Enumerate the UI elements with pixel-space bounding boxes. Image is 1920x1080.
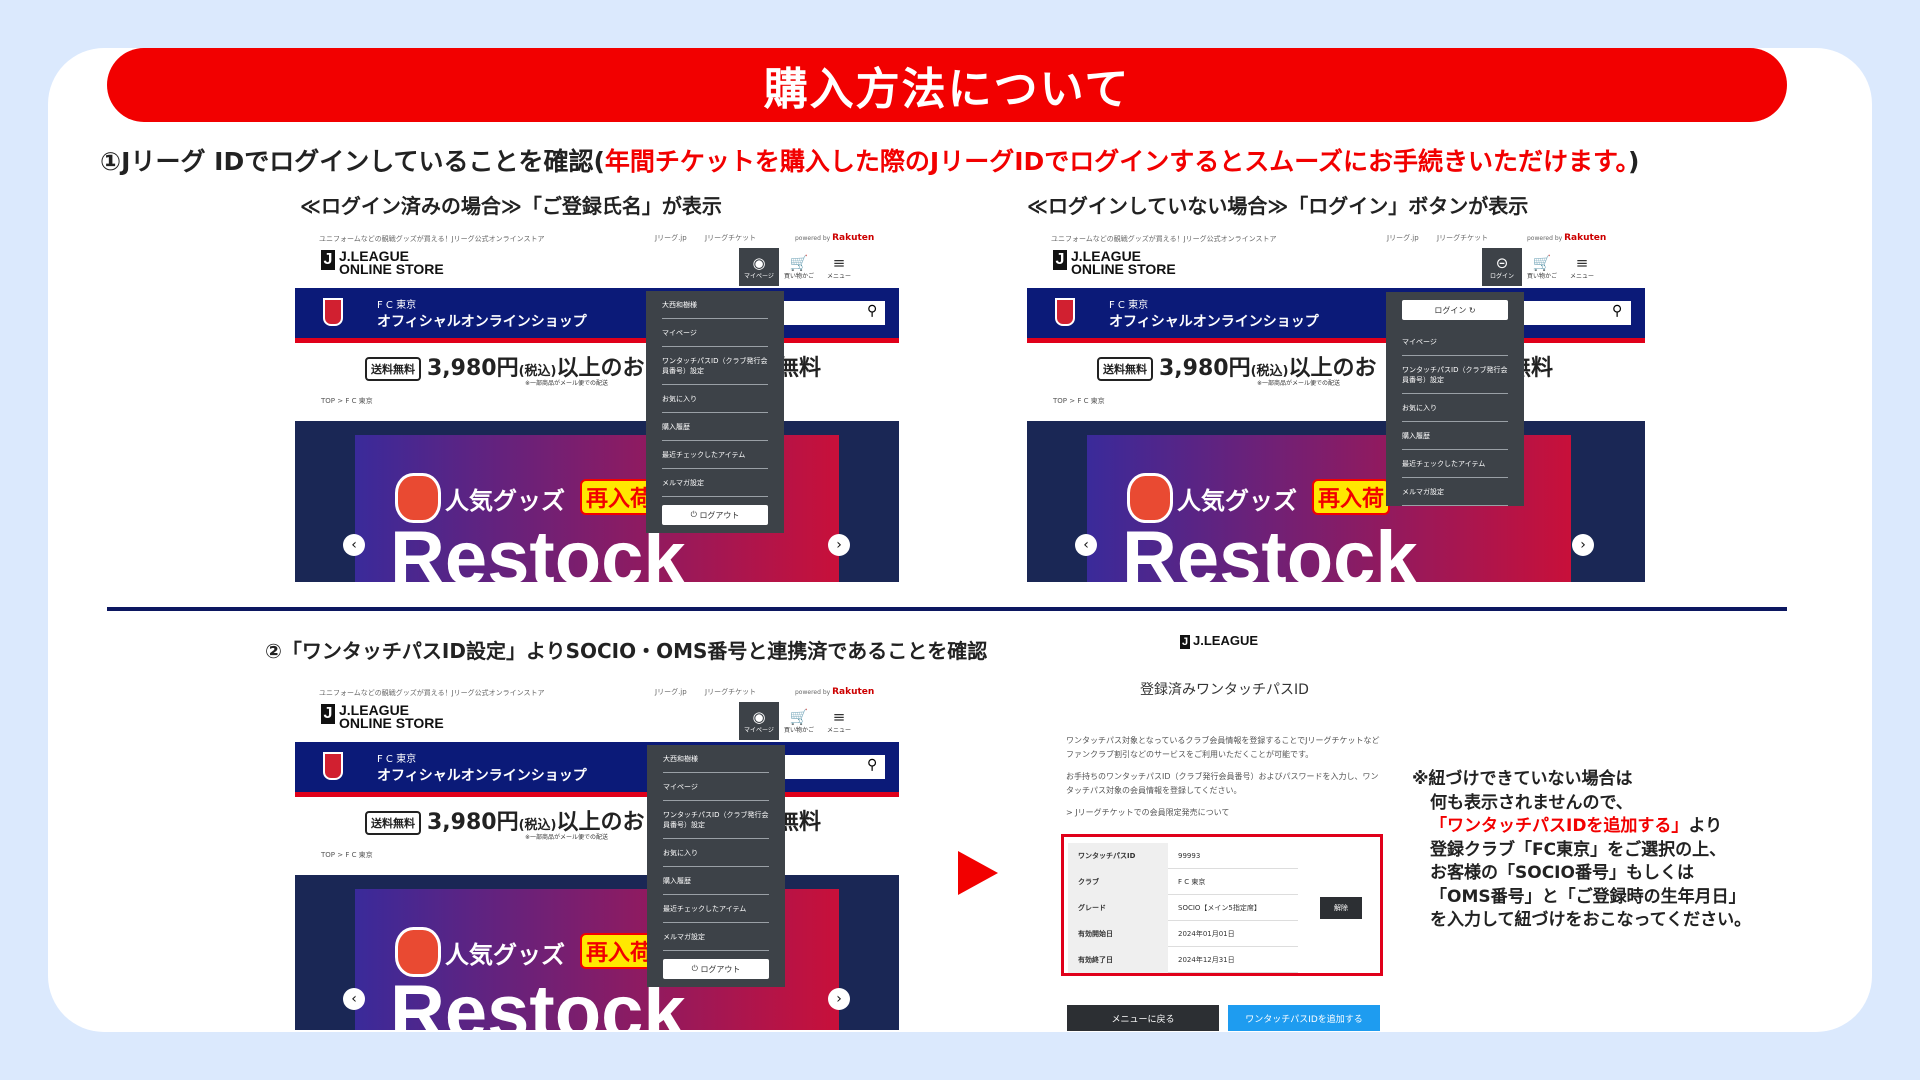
user-icon: ◉	[752, 707, 766, 726]
menu-item-recent[interactable]: 最近チェックしたアイテム	[663, 895, 769, 923]
menu-item-favorite[interactable]: お気に入り	[662, 385, 768, 413]
mypage-dropdown-step2: 大西和樹様 マイページ ワンタッチパスID（クラブ発行会員番号）設定 お気に入り…	[647, 745, 785, 987]
club-emblem-icon	[323, 752, 343, 780]
menu-item-history[interactable]: 購入履歴	[663, 867, 769, 895]
mypage-dropdown-logged-in: 大西和樹様 マイページ ワンタッチパスID（クラブ発行会員番号）設定 お気に入り…	[646, 291, 784, 533]
table-row: 有効開始日 2024年01月01日	[1068, 921, 1298, 947]
cart-button[interactable]: 🛒 買い物かご	[779, 702, 819, 740]
hero-banner: 人気グッズ 再入荷 Restock ‹ ›	[295, 421, 899, 582]
store-logo: J J.LEAGUE ONLINE STORE	[321, 703, 444, 730]
next-arrow-icon[interactable]: ›	[828, 534, 850, 556]
hamburger-icon: ≡	[832, 707, 846, 726]
menu-item-recent[interactable]: 最近チェックしたアイテム	[1402, 450, 1508, 478]
club-emblem-icon	[323, 298, 343, 326]
menu-button[interactable]: ≡ メニュー	[819, 702, 859, 740]
logout-icon: ⏻	[690, 510, 700, 519]
cart-button[interactable]: 🛒 買い物かご	[1522, 248, 1562, 286]
menu-user-name: 大西和樹様	[663, 745, 769, 773]
table-row: 有効終了日 2024年12月31日	[1068, 947, 1298, 973]
club-emblem-icon	[1055, 298, 1075, 326]
arrow-right-icon	[958, 851, 998, 895]
menu-item-favorite[interactable]: お気に入り	[1402, 394, 1508, 422]
caption-logged-out: ≪ログインしていない場合≫「ログイン」ボタンが表示	[1027, 194, 1529, 218]
page-title: 購入方法について	[107, 48, 1787, 122]
next-arrow-icon[interactable]: ›	[1572, 534, 1594, 556]
hamburger-icon: ≡	[1575, 253, 1589, 272]
menu-item-recent[interactable]: 最近チェックしたアイテム	[662, 441, 768, 469]
mypage-button[interactable]: ◉ マイページ	[739, 248, 779, 286]
club-header: F C 東京 オフィシャルオンラインショップ ⚲	[1027, 288, 1645, 338]
menu-item-favorite[interactable]: お気に入り	[663, 839, 769, 867]
menu-item-onetouch[interactable]: ワンタッチパスID（クラブ発行会員番号）設定	[662, 347, 768, 385]
prev-arrow-icon[interactable]: ‹	[343, 534, 365, 556]
prev-arrow-icon[interactable]: ‹	[343, 988, 365, 1010]
cart-icon: 🛒	[789, 707, 809, 726]
table-row: ワンタッチパスID 99993	[1068, 843, 1298, 869]
store-logo: J J.LEAGUE ONLINE STORE	[1053, 249, 1176, 276]
registered-id-title: 登録済みワンタッチパスID	[1140, 682, 1309, 698]
club-header: F C 東京 オフィシャルオンラインショップ ⚲	[295, 742, 899, 792]
breadcrumb: TOP > F C 東京	[321, 851, 373, 859]
hamburger-icon: ≡	[832, 253, 846, 272]
registered-id-table: ワンタッチパスID 99993 クラブ F C 東京 グレード SOCIO【メイン5指…	[1061, 834, 1383, 976]
menu-item-mailmag[interactable]: メルマガ設定	[1402, 478, 1508, 506]
login-arrow-icon: ↻	[1466, 305, 1476, 315]
user-icon: ◉	[752, 253, 766, 272]
back-to-menu-button[interactable]: メニューに戻る	[1067, 1005, 1219, 1031]
logout-icon: ⏻	[691, 964, 701, 973]
menu-button[interactable]: ≡ メニュー	[819, 248, 859, 286]
prev-arrow-icon[interactable]: ‹	[1075, 534, 1097, 556]
cart-button[interactable]: 🛒 買い物かご	[779, 248, 819, 286]
club-header: F C 東京 オフィシャルオンラインショップ ⚲	[295, 288, 899, 338]
menu-item-mypage[interactable]: マイページ	[1402, 328, 1508, 356]
registered-id-description: ワンタッチパス対象となっているクラブ会員情報を登録することでJリーグチケットなど…	[1066, 734, 1386, 828]
login-icon-button[interactable]: ⊝ ログイン	[1482, 248, 1522, 286]
menu-item-mailmag[interactable]: メルマガ設定	[662, 469, 768, 497]
menu-user-name: 大西和樹様	[662, 291, 768, 319]
cart-icon: 🛒	[1532, 253, 1552, 272]
menu-item-onetouch[interactable]: ワンタッチパスID（クラブ発行会員番号）設定	[1402, 356, 1508, 394]
step1-instruction: ①Jリーグ IDでログインしていることを確認(年間チケットを購入した際のJリーグ…	[100, 147, 1640, 176]
step2-instruction: ②「ワンタッチパスID設定」よりSOCIO・OMS番号と連携済であることを確認	[265, 639, 988, 663]
caption-logged-in: ≪ログイン済みの場合≫「ご登録氏名」が表示	[300, 194, 722, 218]
login-button[interactable]: ログイン ↻	[1402, 300, 1508, 320]
cancel-link-button[interactable]: 解除	[1320, 897, 1362, 919]
table-row: グレード SOCIO【メイン5指定席】	[1068, 895, 1298, 921]
hero-banner: 人気グッズ 再入荷 Restock ‹ ›	[1027, 421, 1645, 582]
store-screenshot-logged-in: ユニフォームなどの観戦グッズが買える！Jリーグ公式オンラインストア Jリーグ.j…	[295, 228, 899, 582]
search-icon: ⚲	[1612, 303, 1623, 319]
store-screenshot-step2: ユニフォームなどの観戦グッズが買える！Jリーグ公式オンラインストア Jリーグ.j…	[295, 682, 899, 1030]
search-icon: ⚲	[867, 757, 878, 773]
jleague-logo: J J.LEAGUE	[1180, 633, 1259, 649]
menu-item-onetouch[interactable]: ワンタッチパスID（クラブ発行会員番号）設定	[663, 801, 769, 839]
menu-item-mailmag[interactable]: メルマガ設定	[663, 923, 769, 951]
breadcrumb: TOP > F C 東京	[1053, 397, 1105, 405]
menu-item-history[interactable]: 購入履歴	[1402, 422, 1508, 450]
store-screenshot-logged-out: ユニフォームなどの観戦グッズが買える！Jリーグ公式オンラインストア Jリーグ.j…	[1027, 228, 1645, 582]
member-sale-link[interactable]: > Jリーグチケットでの会員限定発売について	[1066, 806, 1386, 820]
section-divider	[107, 607, 1787, 611]
next-arrow-icon[interactable]: ›	[828, 988, 850, 1010]
cart-icon: 🛒	[789, 253, 809, 272]
table-row: クラブ F C 東京	[1068, 869, 1298, 895]
unlinked-note: ※紐づけできていない場合は 何も表示されませんので、 「ワンタッチパスIDを追加…	[1412, 769, 1752, 930]
lock-icon: ⊝	[1495, 253, 1509, 272]
hero-banner: 人気グッズ 再入荷 Restock ‹ ›	[295, 875, 899, 1030]
logout-button[interactable]: ⏻ ログアウト	[662, 505, 768, 525]
breadcrumb: TOP > F C 東京	[321, 397, 373, 405]
menu-item-mypage[interactable]: マイページ	[662, 319, 768, 347]
menu-item-mypage[interactable]: マイページ	[663, 773, 769, 801]
mypage-button[interactable]: ◉ マイページ	[739, 702, 779, 740]
menu-item-history[interactable]: 購入履歴	[662, 413, 768, 441]
logout-button[interactable]: ⏻ ログアウト	[663, 959, 769, 979]
mypage-dropdown-logged-out: ログイン ↻ マイページ ワンタッチパスID（クラブ発行会員番号）設定 お気に入…	[1386, 292, 1524, 506]
store-logo: J J.LEAGUE ONLINE STORE	[321, 249, 444, 276]
menu-button[interactable]: ≡ メニュー	[1562, 248, 1602, 286]
search-icon: ⚲	[867, 303, 878, 319]
add-onetouch-id-button[interactable]: ワンタッチパスIDを追加する	[1228, 1005, 1380, 1031]
